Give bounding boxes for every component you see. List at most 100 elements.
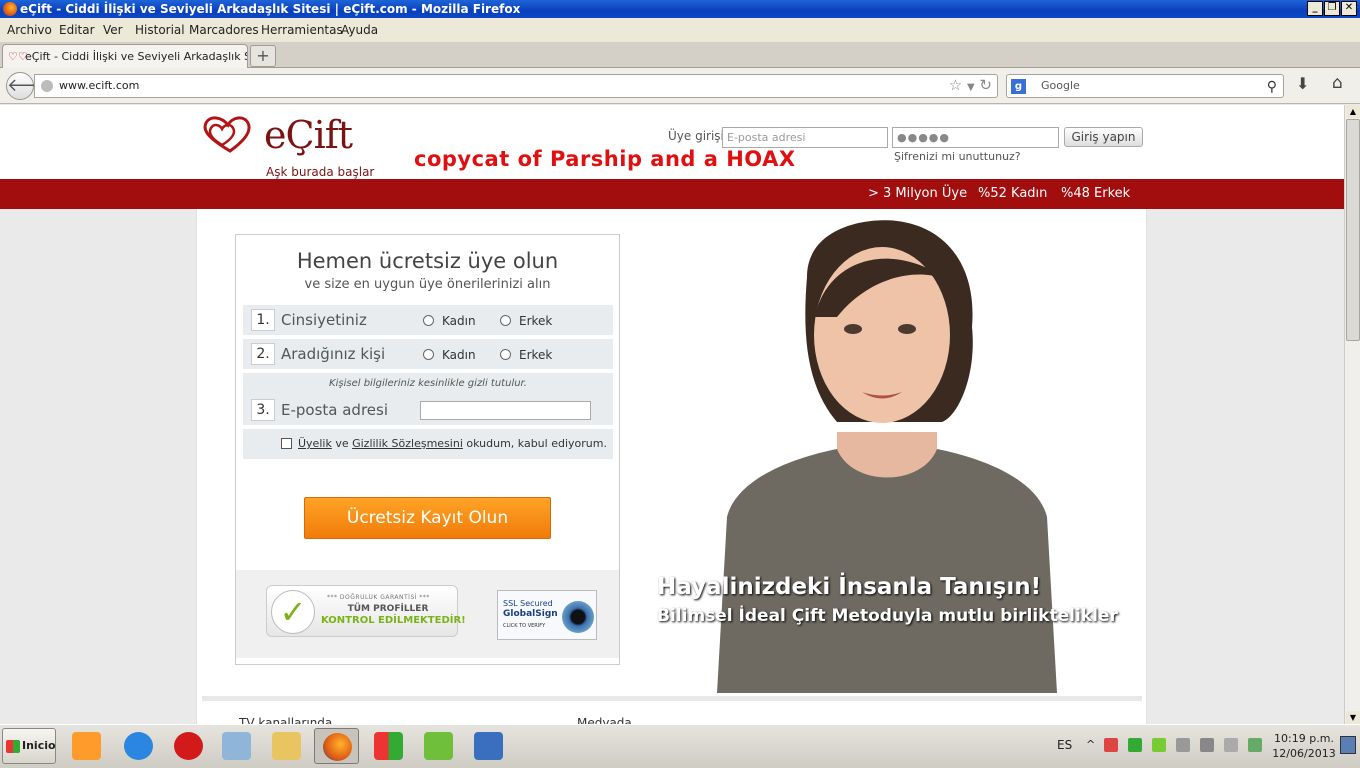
taskbar-editor[interactable] bbox=[416, 728, 461, 764]
login-button[interactable]: Giriş yapın bbox=[1064, 127, 1143, 147]
forgot-password-link[interactable]: Şifrenizi mi unuttunuz? bbox=[894, 150, 1021, 163]
gender-male-radio[interactable] bbox=[500, 315, 511, 326]
login-password-input[interactable]: ●●●●● bbox=[892, 127, 1059, 148]
notepad-icon bbox=[222, 732, 251, 760]
close-button[interactable]: ✕ bbox=[1341, 1, 1357, 16]
reload-icon[interactable]: ↻ bbox=[979, 76, 992, 94]
scroll-thumb[interactable] bbox=[1346, 119, 1360, 341]
ssl-globalsign-badge[interactable]: SSL Secured GlobalSign CLICK TO VERIFY bbox=[497, 590, 597, 640]
tray-flag-icon[interactable] bbox=[1176, 738, 1190, 752]
clock-time: 10:19 p.m. bbox=[1274, 732, 1334, 745]
start-button[interactable]: Inicio bbox=[2, 728, 56, 764]
terms-text: Üyelik ve Gizlilik Sözleşmesini okudum, … bbox=[298, 437, 607, 450]
email-input[interactable] bbox=[420, 401, 591, 420]
stat-women: %52 Kadın bbox=[978, 186, 1048, 201]
free-signup-button[interactable]: Ücretsiz Kayıt Olun bbox=[304, 497, 551, 539]
terms-and: ve bbox=[335, 437, 349, 450]
home-icon[interactable]: ⌂ bbox=[1332, 73, 1343, 93]
tagline: Aşk burada başlar bbox=[266, 165, 375, 179]
taskbar-opera[interactable] bbox=[166, 728, 211, 764]
vertical-scrollbar[interactable]: ▲ ▼ bbox=[1344, 105, 1360, 724]
seeking-female-label[interactable]: Kadın bbox=[442, 348, 476, 362]
search-bar[interactable]: g Google ⚲ bbox=[1006, 74, 1284, 98]
menu-marcadores[interactable]: Marcadores bbox=[189, 23, 259, 37]
taskbar-firefox[interactable] bbox=[314, 728, 359, 764]
seeking-row: 2. Aradığınız kişi Kadın Erkek bbox=[243, 339, 613, 369]
menu-historial[interactable]: Historial bbox=[135, 23, 185, 37]
menu-bar: Archivo Editar Ver Historial Marcadores … bbox=[0, 18, 1360, 42]
gender-row: 1. Cinsiyetiniz Kadın Erkek bbox=[243, 305, 613, 335]
form-title: Hemen ücretsiz üye olun bbox=[296, 249, 559, 273]
menu-archivo[interactable]: Archivo bbox=[7, 23, 52, 37]
bookmark-star-icon[interactable]: ☆ bbox=[949, 76, 962, 94]
trust-badges: ✓ *** DOĞRULUK GARANTİSİ *** TÜM PROFİLL… bbox=[236, 570, 619, 658]
scroll-up-icon[interactable]: ▲ bbox=[1346, 105, 1360, 118]
dropdown-icon[interactable]: ▼ bbox=[967, 82, 975, 93]
login-email-input[interactable]: E-posta adresi bbox=[722, 127, 888, 148]
taskbar-explorer[interactable] bbox=[264, 728, 309, 764]
media-player-icon bbox=[72, 732, 101, 760]
badge-profiles-text: TÜM PROFİLLER bbox=[347, 604, 429, 614]
scroll-down-icon[interactable]: ▼ bbox=[1346, 711, 1360, 724]
site-logo[interactable]: eÇift Aşk burada başlar bbox=[200, 113, 380, 179]
back-button[interactable]: 🡐 bbox=[6, 72, 55, 100]
privacy-agreement-link[interactable]: Gizlilik Sözleşmesini bbox=[352, 437, 463, 450]
taskbar-notepad[interactable] bbox=[214, 728, 259, 764]
seeking-male-radio[interactable] bbox=[500, 349, 511, 360]
verify-text: CLICK TO VERIFY bbox=[503, 623, 546, 629]
main-content: Hemen ücretsiz üye olun ve size en uygun… bbox=[196, 209, 1147, 724]
search-placeholder: Google bbox=[1041, 79, 1080, 92]
taskbar-apps[interactable] bbox=[366, 728, 411, 764]
menu-editar[interactable]: Editar bbox=[59, 23, 95, 37]
gender-female-radio[interactable] bbox=[423, 315, 434, 326]
gender-male-label[interactable]: Erkek bbox=[519, 314, 552, 328]
tray-app3-icon[interactable] bbox=[1152, 738, 1166, 752]
tray-network-icon[interactable] bbox=[1200, 738, 1214, 752]
footer-media-heading: Medyada bbox=[577, 716, 632, 724]
tray-power-icon[interactable] bbox=[1248, 738, 1262, 752]
tab-ecift[interactable]: ♡♡ eÇift - Ciddi İlişki ve Seviyeli Arka… bbox=[2, 44, 248, 69]
membership-link[interactable]: Üyelik bbox=[298, 437, 332, 450]
taskbar-media-player[interactable] bbox=[64, 728, 109, 764]
signup-form: Hemen ücretsiz üye olun ve size en uygun… bbox=[235, 234, 620, 665]
folder-icon bbox=[272, 732, 301, 760]
url-bar-actions: ☆ ▼ ↻ bbox=[949, 76, 992, 94]
firefox-icon bbox=[323, 733, 352, 761]
downloads-icon[interactable]: ⬇ bbox=[1296, 74, 1309, 93]
restore-button[interactable]: ❐ bbox=[1324, 1, 1340, 16]
minimize-button[interactable]: _ bbox=[1307, 1, 1323, 16]
taskbar-internet-explorer[interactable] bbox=[116, 728, 161, 764]
system-clock[interactable]: 10:19 p.m. 12/06/2013 bbox=[1272, 731, 1336, 761]
tray-app1-icon[interactable] bbox=[1104, 738, 1118, 752]
hero-headline: Hayalinizdeki İnsanla Tanışın! bbox=[657, 574, 1042, 600]
seeking-male-label[interactable]: Erkek bbox=[519, 348, 552, 362]
hearts-logo-icon bbox=[203, 116, 251, 153]
step-number: 2. bbox=[251, 343, 275, 365]
page-viewport: eÇift Aşk burada başlar copycat of Parsh… bbox=[0, 105, 1344, 724]
login-label: Üye girişi bbox=[668, 129, 724, 143]
new-tab-button[interactable]: + bbox=[250, 45, 276, 67]
show-desktop-button[interactable] bbox=[1340, 736, 1356, 754]
window-title: eÇift - Ciddi İlişki ve Seviyeli Arkadaş… bbox=[20, 2, 521, 16]
url-bar[interactable]: www.ecift.com bbox=[34, 74, 998, 98]
step-number: 3. bbox=[251, 399, 275, 421]
seeking-female-radio[interactable] bbox=[423, 349, 434, 360]
taskbar-network[interactable] bbox=[466, 728, 511, 764]
menu-ayuda[interactable]: Ayuda bbox=[341, 23, 378, 37]
tray-app2-icon[interactable] bbox=[1128, 738, 1142, 752]
menu-ver[interactable]: Ver bbox=[103, 23, 123, 37]
gender-female-label[interactable]: Kadın bbox=[442, 314, 476, 328]
menu-herramientas[interactable]: Herramientas bbox=[261, 23, 343, 37]
tray-expand-icon[interactable]: ^ bbox=[1086, 738, 1096, 752]
terms-checkbox[interactable] bbox=[281, 438, 292, 449]
hoax-annotation: copycat of Parship and a HOAX bbox=[414, 147, 796, 171]
footer-tv-heading: TV kanallarında bbox=[239, 716, 333, 724]
divider bbox=[202, 696, 1142, 701]
tray-volume-icon[interactable] bbox=[1224, 738, 1238, 752]
google-icon[interactable]: g bbox=[1011, 79, 1026, 94]
apps-grid-icon bbox=[374, 732, 403, 760]
globe-icon bbox=[41, 80, 53, 92]
language-indicator[interactable]: ES bbox=[1057, 738, 1072, 752]
search-icon[interactable]: ⚲ bbox=[1267, 76, 1277, 98]
gender-label: Cinsiyetiniz bbox=[281, 311, 367, 329]
